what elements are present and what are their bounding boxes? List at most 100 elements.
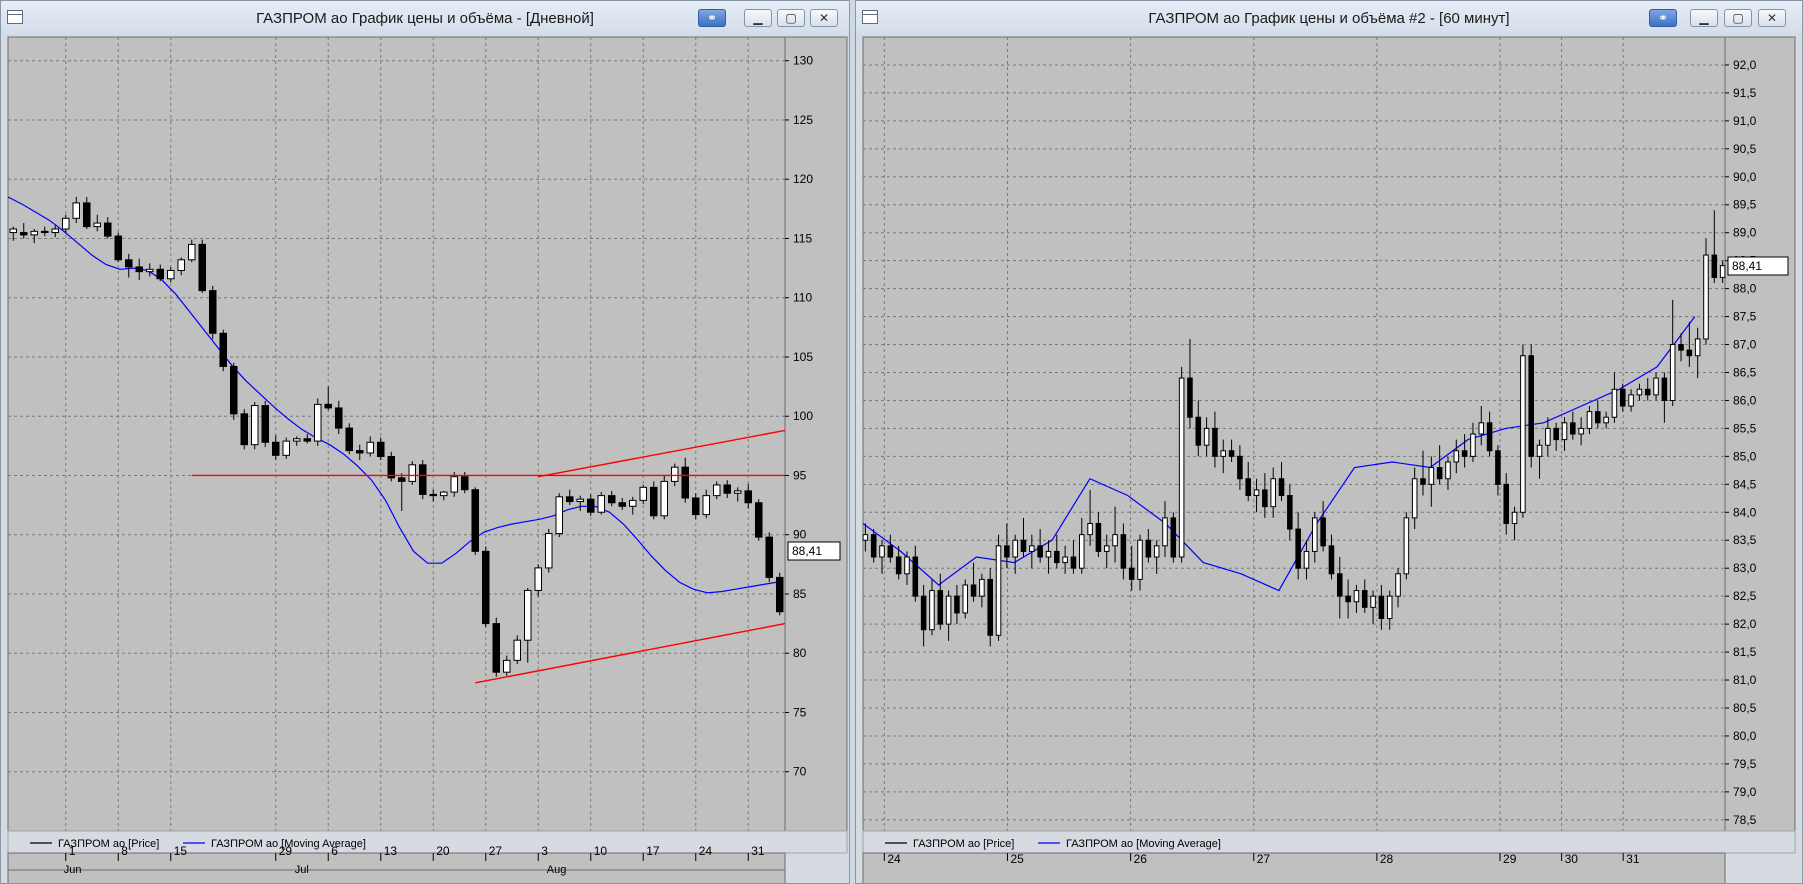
candle-body — [1403, 517, 1410, 575]
y-tick-label: 81,5 — [1733, 645, 1757, 659]
y-tick-label: 90 — [793, 528, 807, 542]
candle-body — [492, 623, 501, 673]
candle — [765, 532, 774, 583]
candle-body — [1411, 478, 1418, 519]
y-tick-label: 70 — [793, 765, 807, 779]
candle-body — [397, 477, 406, 482]
candle-body — [1486, 422, 1493, 452]
candle-body — [1578, 427, 1584, 435]
candle-body — [1586, 411, 1593, 429]
candle-body — [954, 595, 960, 614]
candle-body — [995, 545, 1002, 636]
candle-body — [1312, 517, 1318, 552]
candle-body — [429, 493, 438, 497]
candle-body — [282, 440, 291, 456]
candle-body — [1353, 590, 1360, 603]
candle-body — [1137, 539, 1143, 580]
candle-body — [1436, 467, 1443, 480]
candle — [513, 635, 522, 664]
candle-body — [1245, 478, 1252, 497]
candle-body — [1253, 489, 1260, 497]
candle-body — [135, 266, 144, 273]
candle-body — [1378, 595, 1385, 620]
candle-body — [702, 495, 711, 516]
candle-body — [1103, 545, 1110, 552]
legend-ma-label: ГАЗПРОМ ао [Moving Average] — [1066, 838, 1221, 850]
candle-body — [82, 202, 91, 228]
candle-body — [1420, 478, 1426, 485]
candle — [544, 528, 553, 573]
candle-body — [1162, 517, 1168, 547]
x-tick-label: 8 — [121, 844, 128, 858]
candle-body — [261, 405, 270, 443]
candle-body — [1461, 450, 1468, 457]
y-tick-label: 115 — [793, 231, 812, 245]
x-tick-label: 31 — [1626, 852, 1640, 866]
y-tick-label: 120 — [793, 172, 813, 186]
candle-body — [691, 497, 700, 516]
y-tick-label: 85 — [793, 587, 807, 601]
candle — [240, 409, 249, 450]
x-tick-label: 30 — [1565, 852, 1579, 866]
candle-body — [970, 584, 977, 597]
y-tick-label: 100 — [793, 409, 813, 423]
candle — [962, 579, 969, 619]
candle-body — [618, 502, 627, 507]
candle-body — [1020, 539, 1027, 552]
chart-window-60min[interactable]: ГАЗПРОМ ао График цены и объёма #2 - [60… — [855, 0, 1803, 884]
candle-body — [502, 659, 511, 673]
y-tick-label: 86,5 — [1733, 365, 1757, 379]
x-tick-label: 20 — [436, 844, 450, 858]
candle-body — [1070, 556, 1077, 569]
candle — [313, 398, 322, 446]
candle-body — [219, 332, 228, 367]
candle-body — [187, 243, 196, 261]
x-tick-label: 6 — [331, 844, 338, 858]
candle-body — [1087, 522, 1093, 536]
candle-body — [1237, 455, 1243, 480]
candle-body — [93, 222, 102, 228]
price-chart-60min[interactable]: 92,091,591,090,590,089,589,088,588,087,5… — [856, 1, 1803, 884]
candle-body — [534, 567, 543, 591]
candle-body — [1445, 461, 1451, 480]
y-tick-label: 84,0 — [1733, 505, 1757, 519]
last-price-label: 88,41 — [1732, 259, 1762, 273]
candle-body — [1570, 422, 1576, 435]
x-tick-label: 29 — [279, 844, 293, 858]
y-tick-label: 81,0 — [1733, 673, 1757, 687]
y-tick-label: 83,0 — [1733, 561, 1757, 575]
candle — [481, 546, 490, 628]
candle-body — [355, 450, 364, 454]
candle-body — [9, 228, 18, 234]
last-price-tag: 88,41 — [787, 541, 841, 561]
candle-body — [912, 556, 919, 597]
candle-body — [1595, 411, 1601, 424]
candle — [418, 460, 427, 500]
candle-body — [1170, 517, 1177, 558]
candle-body — [1619, 388, 1626, 407]
candle — [219, 329, 228, 372]
candle-body — [366, 441, 375, 454]
candle-body — [1653, 377, 1659, 396]
y-tick-label: 85,0 — [1733, 449, 1757, 463]
candle-body — [19, 232, 28, 236]
y-tick-label: 88,0 — [1733, 282, 1757, 296]
candle-body — [744, 490, 753, 504]
candle-body — [1520, 355, 1526, 513]
candle-body — [1345, 595, 1351, 603]
x-tick-label: 3 — [541, 844, 548, 858]
candle-body — [1453, 450, 1460, 463]
candle-body — [114, 235, 123, 261]
x-tick-label: 29 — [1503, 852, 1517, 866]
x-tick-label: 13 — [384, 844, 398, 858]
candle-body — [1536, 444, 1543, 457]
candle — [114, 232, 123, 263]
candle-body — [1153, 545, 1160, 558]
chart-window-daily[interactable]: ГАЗПРОМ ао График цены и объёма - [Дневн… — [0, 0, 850, 884]
price-chart-daily[interactable]: 13012512011511010510095908580757088,41ГА… — [1, 1, 850, 884]
candle-body — [1303, 550, 1310, 569]
candle — [250, 402, 259, 450]
y-tick-label: 83,5 — [1733, 533, 1757, 547]
candle-body — [408, 464, 417, 482]
candle-body — [544, 533, 553, 569]
